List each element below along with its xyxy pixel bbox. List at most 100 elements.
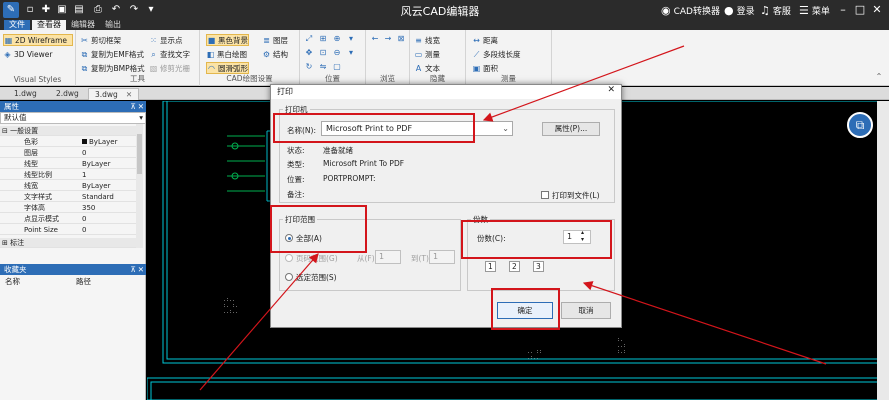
- distance-button[interactable]: ↔ 距离: [472, 34, 498, 46]
- zoom-in-icon[interactable]: ⊕: [332, 34, 342, 44]
- redo-icon[interactable]: ↷: [128, 3, 140, 16]
- range-pages-label[interactable]: 页码范围(G): [296, 253, 338, 264]
- close-tab-icon[interactable]: ✕: [126, 90, 132, 99]
- zoom-real-icon[interactable]: ⊡: [318, 48, 328, 58]
- print-to-file-label[interactable]: 打印到文件(L): [552, 190, 600, 201]
- maximize-button[interactable]: □: [853, 2, 867, 17]
- linewidth-button[interactable]: ≡ 线宽: [414, 34, 440, 46]
- doc-tab-3-label: 3.dwg: [95, 90, 118, 99]
- favorites-col-name[interactable]: 名称: [5, 276, 20, 287]
- favorites-pin-icon[interactable]: ⊼: [131, 264, 137, 275]
- cad-settings-title: CAD绘图设置: [226, 74, 273, 83]
- copy-emf-button[interactable]: ⧉ 复制为EMF格式: [80, 48, 144, 60]
- save-as-icon[interactable]: ▤: [73, 3, 85, 16]
- polyline-length-button[interactable]: ⟋ 多段线长度: [472, 48, 521, 60]
- scrollbar-thumb[interactable]: [137, 134, 142, 174]
- black-background-button[interactable]: ■ 黑色背景: [206, 34, 249, 46]
- zoom-window-icon[interactable]: ⊞: [318, 34, 328, 44]
- pan-icon[interactable]: ✥: [304, 48, 314, 58]
- support-link[interactable]: ♫ 客服: [760, 3, 791, 17]
- find-text-button[interactable]: ⌕ 查找文字: [149, 48, 190, 60]
- login-link[interactable]: ● 登录: [724, 3, 755, 17]
- cancel-button[interactable]: 取消: [561, 302, 611, 319]
- close-button[interactable]: ✕: [870, 2, 884, 17]
- property-row-color[interactable]: 色彩 ByLayer: [0, 137, 136, 147]
- favorites-close-icon[interactable]: ✕: [138, 264, 144, 275]
- copy-icon: ⧉: [81, 49, 88, 59]
- fit-icon[interactable]: ▢: [332, 62, 342, 72]
- bw-drawing-button[interactable]: ◧ 黑白绘图: [206, 48, 247, 60]
- measure-button[interactable]: ▭ 测量: [414, 48, 440, 60]
- to-input[interactable]: 1: [429, 250, 455, 264]
- property-row-linetype-scale[interactable]: 线型比例 1: [0, 170, 136, 180]
- visual-styles-title: Visual Styles: [13, 75, 62, 84]
- dropdown-icon[interactable]: ▾: [145, 3, 157, 16]
- copies-input[interactable]: 1: [563, 230, 591, 244]
- zoom-out-icon[interactable]: ⊖: [332, 48, 342, 58]
- printer-name-select[interactable]: Microsoft Print to PDF ⌄: [321, 121, 513, 136]
- range-selection-label[interactable]: 选定范围(S): [296, 272, 337, 283]
- show-points-button[interactable]: ⁙ 显示点: [149, 34, 182, 46]
- property-row-layer[interactable]: 图层 0: [0, 148, 136, 158]
- tab-output[interactable]: 输出: [100, 20, 126, 30]
- from-input[interactable]: 1: [375, 250, 401, 264]
- doc-tab-1[interactable]: 1.dwg: [8, 88, 43, 100]
- range-selection-radio[interactable]: [285, 273, 293, 281]
- pin-icon[interactable]: ⊼: [131, 101, 137, 112]
- general-group-row[interactable]: ⊟ 一般设置: [0, 126, 136, 136]
- property-row-text-style[interactable]: 文字样式 Standard: [0, 192, 136, 202]
- ok-button[interactable]: 确定: [497, 302, 553, 319]
- floating-assistant-icon[interactable]: ⧉: [847, 112, 873, 138]
- collapse-ribbon-icon[interactable]: ⌃: [874, 72, 884, 82]
- copies-groupbox: [467, 219, 615, 291]
- print-icon[interactable]: ⎙: [92, 3, 104, 16]
- panel-close-icon[interactable]: ✕: [138, 101, 144, 112]
- cad-converter-link[interactable]: ◉ CAD转换器: [661, 3, 720, 17]
- tab-viewer[interactable]: 查看器: [32, 20, 66, 30]
- new-icon[interactable]: ✚: [40, 3, 52, 16]
- property-row-lineweight[interactable]: 线宽 ByLayer: [0, 181, 136, 191]
- mirror-icon[interactable]: ⇋: [318, 62, 328, 72]
- printer-properties-button[interactable]: 属性(P)...: [542, 122, 600, 136]
- doc-tab-2[interactable]: 2.dwg: [50, 88, 85, 100]
- dimension-group-row[interactable]: ⊞ 标注: [0, 238, 136, 248]
- prev-icon[interactable]: ←: [370, 34, 380, 44]
- copies-spinner-icon[interactable]: ▴ ▾: [581, 229, 584, 243]
- favorites-col-path[interactable]: 路径: [76, 276, 91, 287]
- property-row-point-mode[interactable]: 点显示模式 0: [0, 214, 136, 224]
- cube-icon: ◈: [4, 49, 11, 59]
- zoom-extents-icon[interactable]: ⤢: [304, 34, 314, 44]
- properties-filter-select[interactable]: 默认值 ▾: [0, 112, 146, 124]
- range-pages-radio[interactable]: [285, 254, 293, 262]
- right-scroll-strip[interactable]: [877, 101, 889, 400]
- save-icon[interactable]: ▣: [56, 3, 68, 16]
- next-icon[interactable]: →: [383, 34, 393, 44]
- layers-button[interactable]: ≣ 图层: [262, 34, 288, 46]
- minimize-button[interactable]: –: [836, 2, 850, 17]
- browse-icon[interactable]: ⊠: [396, 34, 406, 44]
- viewer-3d-button[interactable]: ◈ 3D Viewer: [3, 48, 52, 60]
- property-row-point-size[interactable]: Point Size 0: [0, 225, 136, 235]
- tab-editor[interactable]: 编辑器: [66, 20, 100, 30]
- rotate-icon[interactable]: ↻: [304, 62, 314, 72]
- property-row-font-height[interactable]: 字体高 350: [0, 203, 136, 213]
- wireframe-2d-button[interactable]: ▦ 2D Wireframe: [3, 34, 73, 46]
- zoom-prev-icon[interactable]: ▾: [346, 48, 356, 58]
- tools-group: ✂ 剪切框架 ⧉ 复制为EMF格式 ⧉ 复制为BMP格式 ⁙ 显示点 ⌕ 查找文…: [76, 30, 200, 86]
- range-all-label[interactable]: 全部(A): [296, 233, 322, 244]
- print-to-file-checkbox[interactable]: [541, 191, 549, 199]
- clip-frame-button[interactable]: ✂ 剪切框架: [80, 34, 121, 46]
- menu-link[interactable]: ☰ 菜单: [799, 3, 830, 17]
- structure-button[interactable]: ⚙ 结构: [262, 48, 288, 60]
- dialog-close-icon[interactable]: ✕: [607, 85, 615, 95]
- tab-file[interactable]: 文件: [4, 20, 30, 30]
- range-all-radio[interactable]: [285, 234, 293, 242]
- zoom-dropdown-icon[interactable]: ▾: [346, 34, 356, 44]
- property-row-linetype[interactable]: 线型 ByLayer: [0, 159, 136, 169]
- bw-icon: ◧: [206, 49, 215, 59]
- doc-tab-3[interactable]: 3.dwg ✕: [88, 88, 140, 100]
- properties-scrollbar[interactable]: [136, 124, 143, 248]
- new-file-icon[interactable]: ▫: [24, 3, 36, 16]
- general-group-text: 一般设置: [10, 127, 39, 135]
- undo-icon[interactable]: ↶: [110, 3, 122, 16]
